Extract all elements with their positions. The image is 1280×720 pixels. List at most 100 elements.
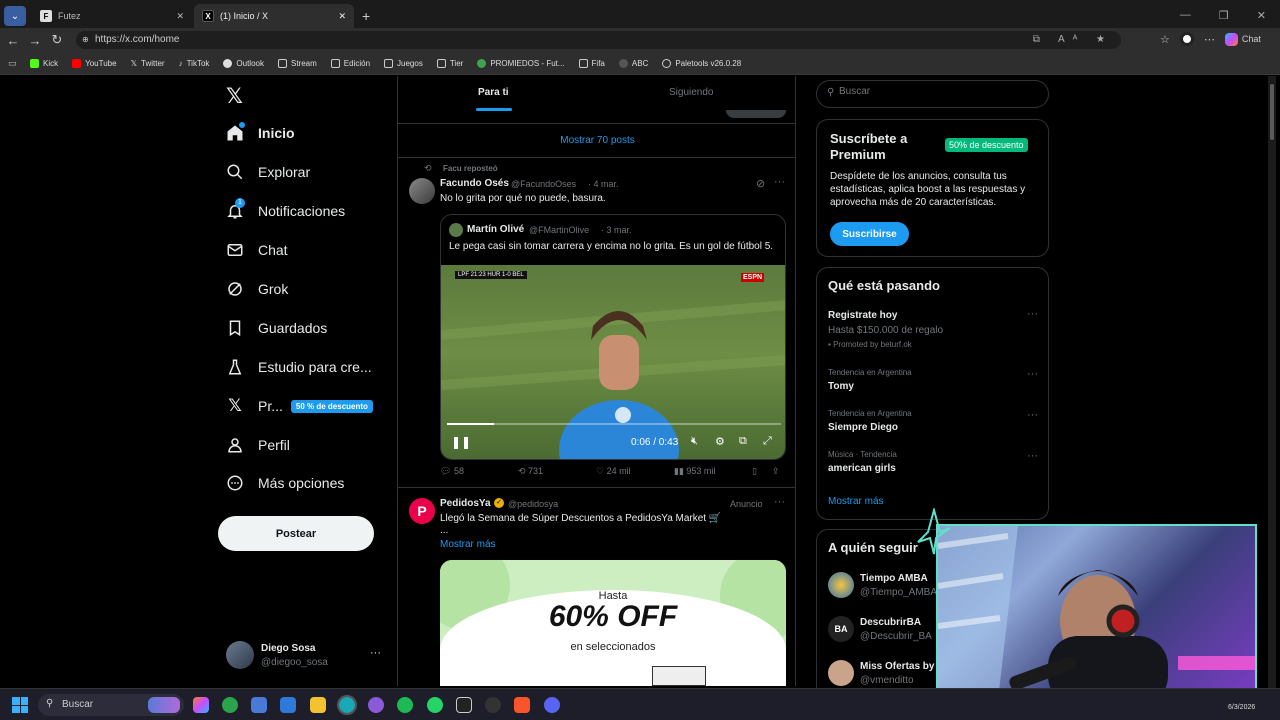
grok-icon[interactable]: ⊘ — [756, 177, 765, 190]
scrollbar-thumb[interactable] — [1270, 84, 1274, 140]
taskbar-search[interactable]: ⚲ Buscar — [38, 694, 184, 716]
back-icon[interactable]: ← — [2, 33, 24, 48]
favorites-icon[interactable]: ☆ — [1160, 33, 1170, 46]
tab-para-ti[interactable]: Para ti — [478, 87, 509, 98]
author-name[interactable]: PedidosYa — [440, 498, 491, 509]
bookmark-outlook[interactable]: Outlook — [223, 58, 264, 68]
nav-item-explorar[interactable]: Explorar — [226, 163, 310, 181]
window-close-icon[interactable]: ✕ — [1257, 9, 1266, 22]
obs-icon[interactable] — [485, 697, 501, 713]
pedidosya-avatar-icon[interactable]: P — [409, 498, 435, 524]
bookmark-twitter[interactable]: 𝕏 Twitter — [131, 59, 165, 68]
tweet-post-1[interactable]: ⟲ Facu reposteó Facundo Osés @FacundoOse… — [398, 158, 795, 488]
bookmark-edicion[interactable]: Edición — [330, 58, 370, 68]
like-button[interactable]: ♡ 24 mil — [596, 466, 631, 477]
post-button[interactable]: Postear — [218, 516, 374, 551]
tab-actions-icon[interactable]: ⌄ — [4, 6, 26, 26]
search-box[interactable]: ⚲ — [816, 80, 1049, 108]
more-dots-icon[interactable]: ··· — [370, 647, 381, 659]
nav-item-perfil[interactable]: Perfil — [226, 436, 290, 454]
reply-button[interactable]: 💬︎ 58 — [440, 466, 464, 477]
tab-x-home[interactable]: X (1) Inicio / X ✕ — [194, 4, 354, 28]
tab-siguiendo[interactable]: Siguiendo — [669, 87, 713, 98]
ad-image[interactable]: Hasta 60% OFF en seleccionados — [440, 560, 786, 686]
new-tab-icon[interactable]: + — [362, 8, 370, 24]
forward-icon[interactable]: → — [24, 33, 46, 48]
tweet-post-2-ad[interactable]: P PedidosYa ✓ @pedidosya Anuncio ··· Lle… — [398, 488, 795, 686]
tab-futez[interactable]: F Futez ✕ — [32, 4, 192, 28]
brave-icon[interactable] — [514, 697, 530, 713]
minimize-icon[interactable]: — — [1180, 9, 1191, 22]
trend-item[interactable]: Registrate hoy Hasta $150.000 de regalo … — [817, 308, 1050, 349]
store-icon[interactable] — [251, 697, 267, 713]
windows-start-icon[interactable] — [12, 697, 28, 713]
video-player[interactable]: LPF 21:23 HUR 1-0 BEL ESPN ❚❚ 0:06 / 0:4… — [441, 265, 785, 459]
bookmark-promiedos[interactable]: PROMIEDOS - Fut... — [477, 58, 565, 68]
show-more-link[interactable]: Mostrar más — [440, 539, 496, 550]
capcut-icon[interactable] — [456, 697, 472, 713]
whatsapp-icon[interactable] — [427, 697, 443, 713]
repost-button[interactable]: ⟲ 731 — [518, 466, 543, 477]
bookmark-youtube[interactable]: YouTube — [72, 58, 117, 68]
menu-dots-icon[interactable]: ⋯ — [1204, 33, 1215, 46]
bookmark-fifa[interactable]: Fifa — [578, 58, 605, 68]
search-input[interactable] — [839, 86, 1039, 97]
extension-ball-icon[interactable] — [1179, 32, 1194, 46]
site-info-icon[interactable]: ⊕ — [82, 31, 89, 49]
discord-icon[interactable] — [544, 697, 560, 713]
author-handle[interactable]: @pedidosya — [508, 499, 558, 509]
more-dots-icon[interactable]: ··· — [1027, 409, 1038, 421]
bookmark-paletools[interactable]: Paletools v26.0.28 — [662, 58, 741, 68]
video-progress-track[interactable] — [447, 423, 781, 425]
spotify-icon[interactable] — [397, 697, 413, 713]
bookmark-tiktok[interactable]: ♪ TikTok — [179, 59, 210, 68]
close-icon[interactable]: ✕ — [338, 11, 346, 22]
x-logo-icon[interactable]: 𝕏 — [226, 84, 243, 109]
settings-icon[interactable]: ⚙ — [715, 435, 725, 448]
copilot-chat-button[interactable]: Chat — [1224, 32, 1261, 46]
author-handle[interactable]: @FacundoOses — [511, 179, 576, 189]
bookmark-button[interactable]: ▯ — [752, 466, 757, 477]
more-dots-icon[interactable]: ··· — [1027, 368, 1038, 380]
more-dots-icon[interactable]: ··· — [1027, 308, 1038, 320]
bookmark-juegos[interactable]: Juegos — [384, 58, 423, 68]
nav-item-estudio[interactable]: Estudio para cre... — [226, 358, 372, 376]
more-dots-icon[interactable]: ··· — [774, 176, 785, 188]
share-button[interactable]: ⇪ — [772, 466, 780, 477]
restore-icon[interactable]: ❐ — [1219, 9, 1229, 22]
account-switcher[interactable]: Diego Sosa @diegoo_sosa ··· — [226, 641, 386, 671]
nav-item-guardados[interactable]: Guardados — [226, 319, 327, 337]
subscribe-button[interactable]: Suscribirse — [830, 222, 909, 246]
show-posts-link[interactable]: Mostrar 70 posts — [398, 124, 795, 158]
nav-item-premium[interactable]: 𝕏 Pr... 50 % de descuento — [226, 396, 373, 415]
edge-dev-icon[interactable] — [222, 697, 238, 713]
post-date[interactable]: · 4 mar. — [588, 179, 619, 189]
more-dots-icon[interactable]: ··· — [1027, 450, 1038, 462]
mute-icon[interactable]: 🔇︎ — [691, 435, 698, 448]
trend-item[interactable]: Tendencia en Argentina Siempre Diego ··· — [817, 409, 1050, 439]
fullscreen-icon[interactable]: ⤢ — [763, 435, 772, 448]
close-icon[interactable]: ✕ — [176, 11, 184, 22]
trend-item[interactable]: Tendencia en Argentina Tomy ··· — [817, 368, 1050, 398]
avatar[interactable] — [409, 178, 435, 204]
nav-item-chat[interactable]: Chat — [226, 241, 288, 259]
bookmark-menu-icon[interactable]: ▭ — [8, 58, 17, 69]
author-name[interactable]: Facundo Osés — [440, 178, 509, 189]
edge-browser-icon[interactable] — [337, 695, 357, 715]
nav-item-notificaciones[interactable]: 1 Notificaciones — [226, 198, 345, 220]
page-scrollbar[interactable] — [1268, 76, 1276, 688]
file-explorer-icon[interactable] — [310, 697, 326, 713]
bookmark-abc[interactable]: ABC — [618, 58, 648, 68]
quoted-tweet[interactable]: Martín Olivé @FMartinOlive · 3 mar. Le p… — [440, 214, 786, 460]
copilot-icon[interactable] — [193, 697, 209, 713]
address-actions-icons[interactable]: ⧉ Aᴬ ★ — [1033, 31, 1113, 49]
mail-app-icon[interactable] — [280, 697, 296, 713]
trends-show-more[interactable]: Mostrar más — [828, 496, 884, 507]
more-dots-icon[interactable]: ··· — [774, 496, 785, 508]
nav-item-mas-opciones[interactable]: Más opciones — [226, 474, 344, 492]
nav-item-inicio[interactable]: Inicio — [226, 122, 295, 142]
refresh-icon[interactable]: ↻ — [46, 32, 68, 48]
pip-icon[interactable]: ⧉ — [739, 435, 747, 448]
bookmark-kick[interactable]: Kick — [30, 58, 58, 68]
views-button[interactable]: ▮▮ 953 mil — [674, 466, 715, 477]
